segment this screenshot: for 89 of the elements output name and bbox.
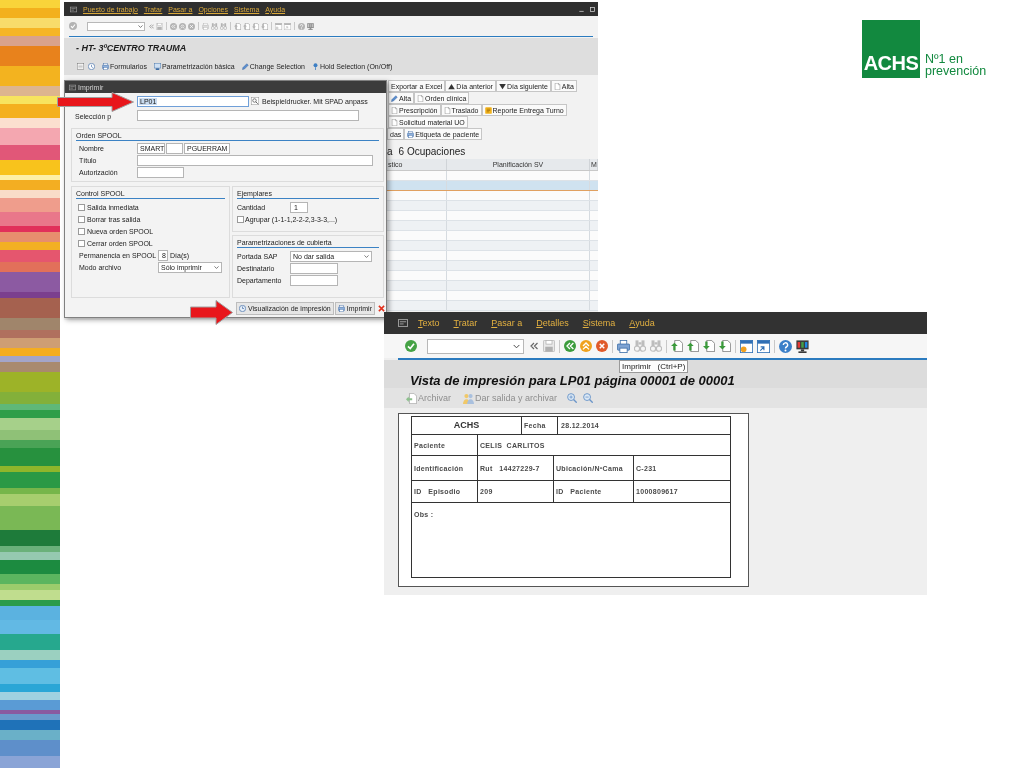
- window-icon[interactable]: [757, 339, 770, 353]
- document-icon: [391, 106, 398, 114]
- pencil-icon: [241, 63, 249, 70]
- printer-icon: [102, 63, 109, 70]
- caret-icon: [138, 23, 143, 29]
- input-field[interactable]: [290, 262, 338, 274]
- back-icon[interactable]: [564, 340, 576, 352]
- window-menu-icon[interactable]: [69, 83, 76, 91]
- back-icon[interactable]: [170, 22, 177, 30]
- triangle-down-icon: [498, 82, 506, 90]
- clock-icon: [238, 304, 246, 312]
- check-circle-icon[interactable]: [405, 340, 417, 352]
- page-arrow-icon[interactable]: [261, 22, 268, 30]
- input-field[interactable]: [137, 154, 373, 166]
- checkbox[interactable]: [78, 215, 85, 223]
- result-count: 6 Ocupaciones: [398, 147, 466, 157]
- window-menu-icon[interactable]: [398, 318, 408, 328]
- table-row[interactable]: [387, 181, 598, 191]
- page-arrow-icon[interactable]: [234, 22, 241, 30]
- menu-item[interactable]: Tratar: [453, 318, 478, 328]
- heading-fragment: a: [387, 147, 393, 157]
- tooltip: Imprimir (Ctrl+P): [619, 360, 689, 373]
- caret-icon: [214, 265, 219, 270]
- document-icon: [417, 94, 425, 102]
- pointer-arrow: [190, 300, 233, 325]
- caret-icon: [513, 342, 520, 350]
- checkbox[interactable]: [78, 239, 85, 247]
- pin-icon: [312, 63, 319, 70]
- checkbox[interactable]: [78, 203, 85, 211]
- binoculars-icon[interactable]: [650, 340, 662, 352]
- binoculars-icon[interactable]: [211, 22, 218, 30]
- printer-icon[interactable]: [617, 339, 630, 353]
- menu-item[interactable]: Detalles: [536, 318, 569, 328]
- caret-icon: [364, 253, 369, 259]
- screen-title: - HT- 3ºCENTRO TRAUMA: [76, 43, 187, 53]
- cancel-icon[interactable]: [596, 340, 608, 352]
- page-arrow-icon[interactable]: [243, 22, 250, 30]
- binoculars-icon[interactable]: [220, 22, 227, 30]
- checkbox[interactable]: [78, 227, 85, 235]
- command-field[interactable]: [427, 338, 524, 354]
- input-field[interactable]: [290, 274, 338, 286]
- logo-mark: ACHS: [862, 20, 920, 78]
- report-icon: [484, 106, 492, 114]
- command-field[interactable]: [87, 21, 145, 31]
- menu-item[interactable]: Ayuda: [629, 318, 655, 328]
- page-arrow-icon[interactable]: [719, 340, 731, 352]
- check-circle-icon[interactable]: [69, 22, 77, 30]
- form-cell: ACHS: [412, 417, 522, 434]
- zoom-out-icon[interactable]: [583, 393, 594, 403]
- clock-icon[interactable]: [88, 63, 95, 70]
- maximize-icon[interactable]: [590, 6, 595, 12]
- printer-icon: [337, 304, 345, 312]
- page-arrow-icon[interactable]: [252, 22, 259, 30]
- menu-item[interactable]: Pasar a: [491, 318, 523, 328]
- logo-tagline: Nº1 en prevención: [925, 53, 987, 78]
- page-arrow-icon[interactable]: [671, 340, 683, 352]
- screen-icon: [153, 63, 161, 70]
- monitor-icon[interactable]: [796, 339, 809, 353]
- double-chevron-icon[interactable]: [530, 342, 538, 350]
- printer-icon: [407, 130, 415, 138]
- window-menu-icon[interactable]: [70, 5, 77, 13]
- up-arrow-circle-icon[interactable]: [179, 22, 186, 30]
- input-field[interactable]: [137, 110, 359, 121]
- screen-title: Vista de impresión para LP01 página 00001 de 00001: [410, 374, 735, 387]
- cancel-icon[interactable]: [188, 22, 195, 30]
- document-icon: [553, 82, 561, 90]
- menu-item[interactable]: Texto: [418, 318, 440, 328]
- input-field[interactable]: [166, 142, 183, 154]
- people-icon: [463, 392, 474, 404]
- help-icon[interactable]: [779, 339, 792, 353]
- help-icon[interactable]: [298, 22, 305, 30]
- document-icon: [443, 106, 451, 114]
- window-icon[interactable]: [740, 339, 753, 353]
- binoculars-icon[interactable]: [634, 340, 646, 352]
- page-arrow-icon[interactable]: [703, 340, 715, 352]
- menu-item[interactable]: Sistema: [582, 318, 616, 328]
- document-icon: [391, 118, 398, 126]
- up-arrow-circle-icon[interactable]: [580, 340, 592, 352]
- close-icon: [377, 304, 385, 312]
- list-icon[interactable]: [77, 63, 84, 70]
- value-help-icon[interactable]: [251, 97, 259, 105]
- page-arrow-icon[interactable]: [687, 340, 699, 352]
- pencil-icon: [391, 94, 398, 102]
- archive-icon: [406, 392, 417, 404]
- triangle-up-icon: [448, 82, 456, 90]
- checkbox[interactable]: [237, 215, 244, 223]
- input-field[interactable]: [137, 166, 184, 178]
- zoom-in-icon[interactable]: [567, 393, 578, 403]
- printer-icon[interactable]: [202, 22, 209, 30]
